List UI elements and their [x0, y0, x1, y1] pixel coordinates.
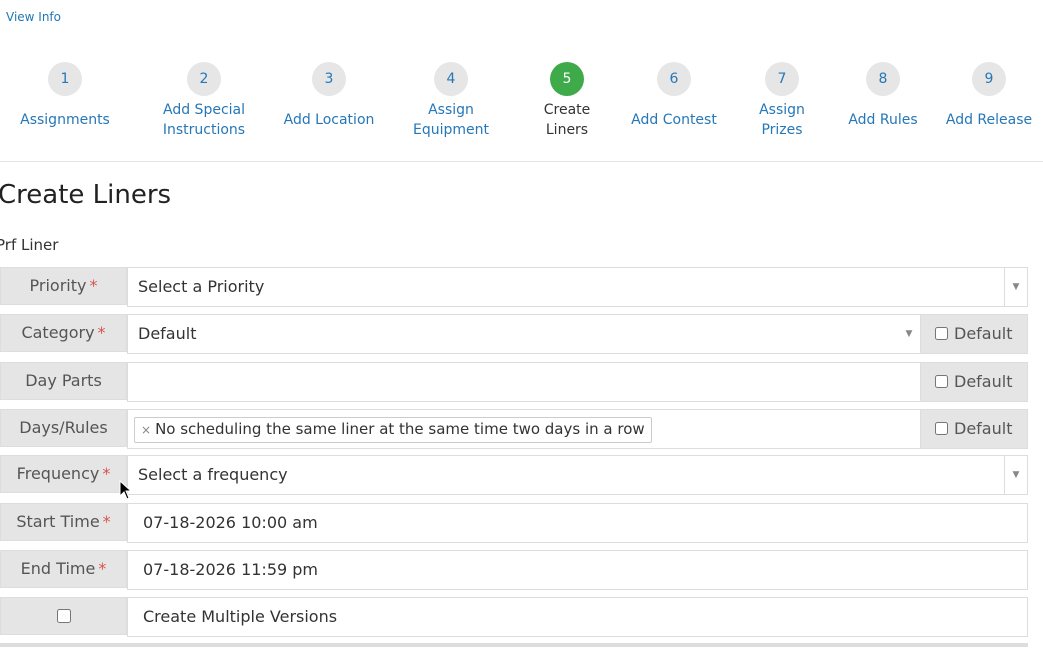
rule-tag: × No scheduling the same liner at the sam… — [134, 417, 652, 443]
day-parts-default-toggle[interactable]: Default — [920, 362, 1028, 402]
step-label: Assign Equipment — [413, 102, 489, 138]
caret-down-icon[interactable]: ▼ — [1004, 456, 1027, 494]
wizard-steps: 1 Assignments 2 Add Special Instructions… — [0, 62, 1043, 152]
default-label: Default — [954, 419, 1013, 438]
step-assign-prizes[interactable]: 7 Assign Prizes — [747, 62, 817, 140]
step-label: Assignments — [20, 112, 110, 128]
days-rules-label: Days/Rules — [0, 409, 127, 447]
start-time-input[interactable]: 07-18-2026 10:00 am — [127, 503, 1028, 543]
multiple-versions-row: Create Multiple Versions — [0, 597, 1028, 637]
step-number: 8 — [866, 62, 900, 96]
category-default-toggle[interactable]: Default — [920, 314, 1028, 354]
day-parts-label: Day Parts — [0, 362, 127, 400]
multiple-versions-checkbox-cell — [0, 597, 127, 635]
step-label: Create Liners — [543, 102, 591, 138]
multiple-versions-label: Create Multiple Versions — [127, 597, 1028, 637]
step-number: 1 — [48, 62, 82, 96]
frequency-label: Frequency * — [0, 455, 127, 493]
caret-down-icon[interactable]: ▼ — [1004, 268, 1027, 306]
frequency-row: Frequency * Select a frequency ▼ — [0, 455, 1028, 495]
step-number: 5 — [550, 62, 584, 96]
required-marker: * — [89, 276, 98, 295]
day-parts-default-checkbox[interactable] — [935, 375, 948, 388]
step-create-liners[interactable]: 5 Create Liners — [532, 62, 602, 140]
day-parts-row: Day Parts Default — [0, 362, 1028, 402]
step-number: 9 — [972, 62, 1006, 96]
view-info-link[interactable]: View Info — [6, 10, 61, 24]
start-time-row: Start Time * 07-18-2026 10:00 am — [0, 503, 1028, 543]
days-rules-row: Days/Rules × No scheduling the same liner… — [0, 409, 1028, 449]
category-row: Category * Default ▼ Default — [0, 314, 1028, 354]
required-marker: * — [102, 464, 111, 483]
required-marker: * — [98, 559, 107, 578]
step-add-special-instructions[interactable]: 2 Add Special Instructions — [149, 62, 259, 140]
day-parts-input[interactable] — [127, 362, 921, 402]
step-number: 4 — [434, 62, 468, 96]
priority-select[interactable]: Select a Priority ▼ — [127, 267, 1028, 307]
end-time-input[interactable]: 07-18-2026 11:59 pm — [127, 550, 1028, 590]
category-select[interactable]: Default ▼ — [127, 314, 921, 354]
page-title: Create Liners — [0, 180, 172, 210]
start-time-label: Start Time * — [0, 503, 127, 541]
remove-tag-icon[interactable]: × — [141, 423, 151, 437]
step-add-contest[interactable]: 6 Add Contest — [619, 62, 729, 130]
step-label: Add Special Instructions — [162, 102, 246, 138]
step-label: Add Location — [283, 112, 375, 128]
end-time-row: End Time * 07-18-2026 11:59 pm — [0, 550, 1028, 590]
step-number: 6 — [657, 62, 691, 96]
step-label: Add Contest — [631, 112, 717, 128]
end-time-label: End Time * — [0, 550, 127, 588]
step-add-release[interactable]: 9 Add Release — [934, 62, 1043, 130]
rule-tag-text: No scheduling the same liner at the same… — [155, 420, 645, 438]
mouse-pointer-icon — [119, 480, 133, 500]
step-assignments[interactable]: 1 Assignments — [10, 62, 120, 130]
frequency-placeholder: Select a frequency — [138, 465, 288, 484]
default-label: Default — [954, 372, 1013, 391]
multiple-versions-checkbox[interactable] — [57, 609, 71, 623]
step-assign-equipment[interactable]: 4 Assign Equipment — [406, 62, 496, 140]
step-label: Assign Prizes — [759, 102, 805, 138]
section-label: Prf Liner — [0, 236, 59, 254]
default-label: Default — [954, 324, 1013, 343]
priority-placeholder: Select a Priority — [138, 277, 265, 296]
step-label: Add Release — [945, 112, 1033, 128]
category-label: Category * — [0, 314, 127, 352]
divider — [0, 161, 1043, 162]
priority-row: Priority * Select a Priority ▼ — [0, 267, 1028, 307]
step-label: Add Rules — [848, 112, 918, 128]
frequency-select[interactable]: Select a frequency ▼ — [127, 455, 1028, 495]
step-add-rules[interactable]: 8 Add Rules — [828, 62, 938, 130]
category-value: Default — [138, 324, 197, 343]
days-rules-multiselect[interactable]: × No scheduling the same liner at the sam… — [127, 409, 921, 449]
days-rules-default-checkbox[interactable] — [935, 422, 948, 435]
category-default-checkbox[interactable] — [935, 327, 948, 340]
next-row-edge — [0, 643, 1028, 647]
step-add-location[interactable]: 3 Add Location — [274, 62, 384, 130]
step-number: 2 — [187, 62, 221, 96]
required-marker: * — [97, 323, 106, 342]
priority-label: Priority * — [0, 267, 127, 305]
step-number: 3 — [312, 62, 346, 96]
days-rules-default-toggle[interactable]: Default — [920, 409, 1028, 449]
step-number: 7 — [765, 62, 799, 96]
caret-down-icon[interactable]: ▼ — [898, 315, 920, 353]
required-marker: * — [102, 512, 111, 531]
